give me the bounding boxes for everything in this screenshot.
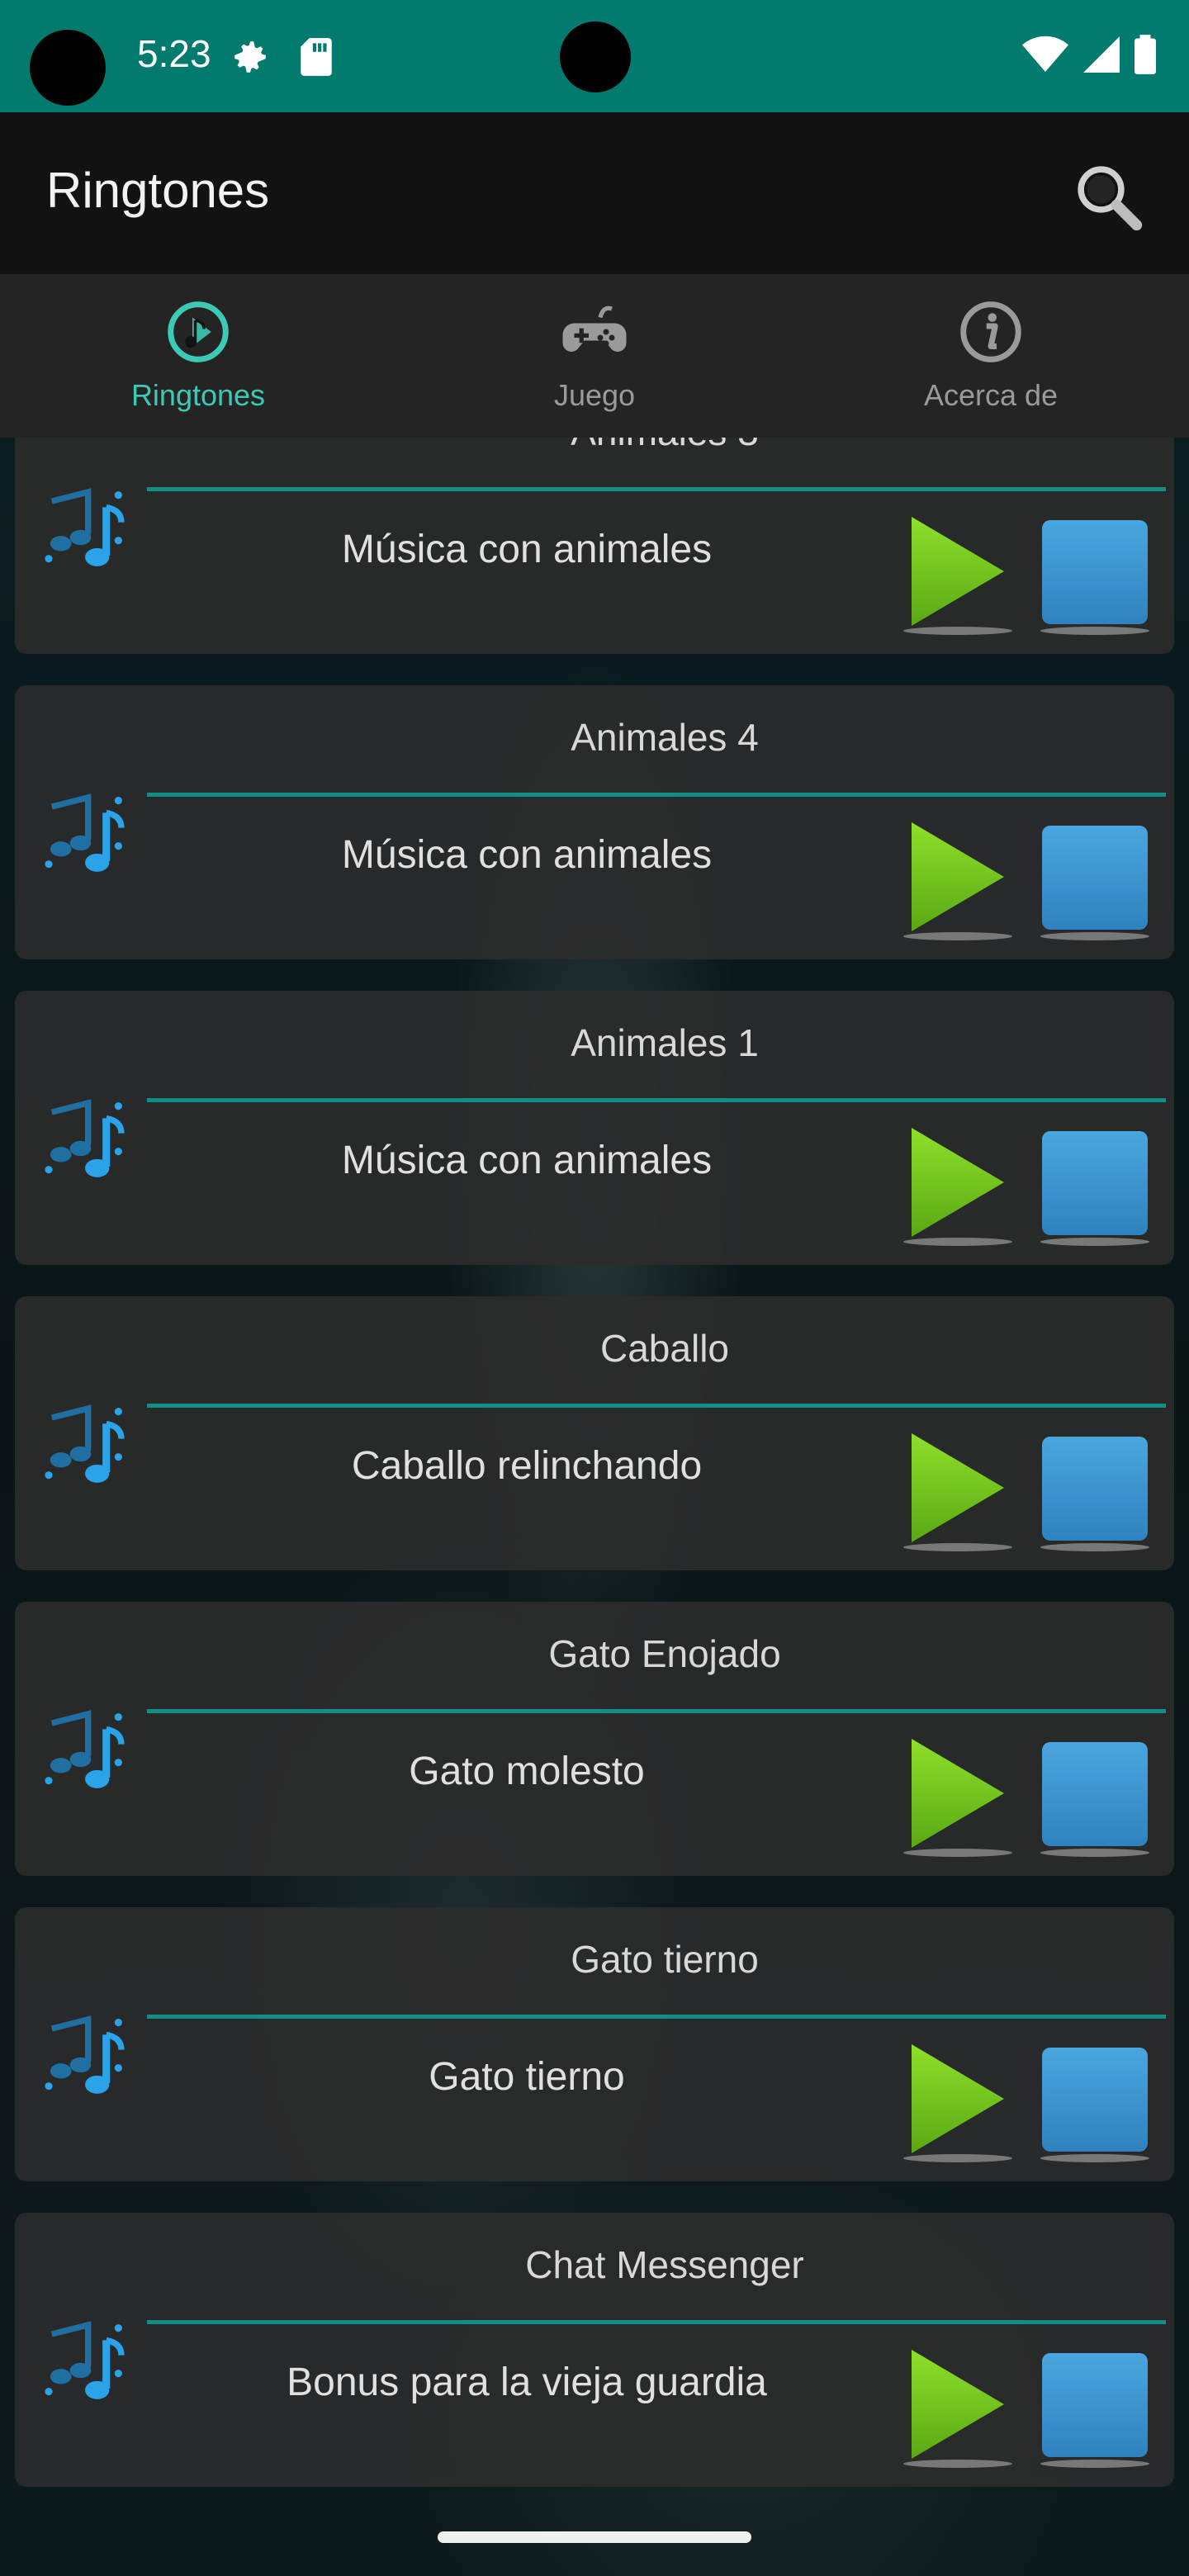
tab-label: Ringtones (130, 378, 266, 412)
divider (147, 2320, 1166, 2324)
stop-button[interactable] (1037, 821, 1153, 941)
music-note-icon (45, 2015, 125, 2094)
tab-ringtones[interactable]: Ringtones (0, 274, 396, 438)
status-bar: 5:23 (0, 0, 1189, 112)
music-note-icon (45, 1710, 125, 1788)
divider (147, 2015, 1166, 2019)
music-note-icon (45, 793, 125, 872)
divider (147, 1709, 1166, 1713)
tab-juego[interactable]: Juego (396, 274, 793, 438)
ringtone-title: Gato tierno (571, 1938, 759, 1981)
divider (147, 1404, 1166, 1408)
app-title: Ringtones (46, 163, 270, 218)
ringtone-subtitle: Música con animales (341, 1139, 713, 1182)
ringtone-list[interactable]: Animales 3 Música con animales Animales … (0, 438, 1189, 2502)
home-gesture-handle[interactable] (438, 2531, 751, 2543)
stop-button[interactable] (1037, 515, 1153, 636)
play-button[interactable] (900, 817, 1016, 941)
ringtone-card[interactable]: Gato tierno Gato tierno (15, 1907, 1174, 2181)
ringtone-subtitle: Música con animales (341, 833, 713, 877)
wifi-icon (1022, 36, 1068, 72)
tab-label: Juego (553, 378, 636, 412)
sd-card-icon (301, 38, 332, 76)
divider (147, 793, 1166, 797)
music-note-icon (45, 1099, 125, 1177)
play-button[interactable] (900, 2039, 1016, 2163)
ringtone-title: Chat Messenger (525, 2243, 804, 2286)
stop-button[interactable] (1037, 1432, 1153, 1552)
camera-cutout (560, 21, 631, 92)
stop-button[interactable] (1037, 1126, 1153, 1247)
search-icon[interactable] (1070, 159, 1144, 233)
ringtone-card[interactable]: Animales 3 Música con animales (15, 438, 1174, 654)
ringtone-card[interactable]: Chat Messenger Bonus para la vieja guard… (15, 2213, 1174, 2487)
app-bar: Ringtones (0, 112, 1189, 274)
ringtone-title: Animales 4 (571, 716, 759, 759)
battery-icon (1135, 35, 1156, 74)
ringtone-title: Animales 1 (571, 1021, 759, 1064)
ringtone-subtitle: Bonus para la vieja guardia (287, 2361, 767, 2404)
stop-button[interactable] (1037, 2348, 1153, 2469)
music-note-icon (45, 1404, 125, 1483)
stop-button[interactable] (1037, 1737, 1153, 1858)
camera-cutout (30, 30, 106, 106)
ringtone-card[interactable]: Gato Enojado Gato molesto (15, 1602, 1174, 1876)
play-button[interactable] (900, 1734, 1016, 1858)
play-button[interactable] (900, 2345, 1016, 2469)
tab-acerca-de[interactable]: Acerca de (793, 274, 1189, 438)
divider (147, 1098, 1166, 1102)
ringtone-card[interactable]: Animales 4 Música con animales (15, 685, 1174, 959)
ringtone-title: Gato Enojado (548, 1632, 781, 1675)
info-icon (960, 301, 1021, 362)
gamepad-icon (562, 305, 627, 352)
ringtone-subtitle: Música con animales (341, 528, 713, 571)
ringtone-title: Animales 3 (147, 438, 1182, 454)
ringtone-subtitle: Gato tierno (429, 2055, 625, 2099)
gear-icon (234, 41, 266, 73)
music-note-icon (45, 2321, 125, 2399)
play-button[interactable] (900, 1428, 1016, 1552)
music-disc-icon (168, 301, 229, 362)
signal-icon (1083, 36, 1120, 73)
play-button[interactable] (900, 1123, 1016, 1247)
ringtone-title: Caballo (600, 1327, 729, 1370)
ringtone-card[interactable]: Caballo Caballo relinchando (15, 1296, 1174, 1570)
tab-bar: Ringtones Juego Acerca de (0, 274, 1189, 438)
divider (147, 487, 1166, 491)
ringtone-card[interactable]: Animales 1 Música con animales (15, 991, 1174, 1265)
ringtone-subtitle: Gato molesto (409, 1750, 645, 1793)
stop-button[interactable] (1037, 2043, 1153, 2163)
tab-label: Acerca de (923, 378, 1059, 412)
status-time: 5:23 (137, 32, 211, 75)
music-note-icon (45, 488, 125, 566)
ringtone-subtitle: Caballo relinchando (351, 1444, 703, 1488)
play-button[interactable] (900, 512, 1016, 636)
